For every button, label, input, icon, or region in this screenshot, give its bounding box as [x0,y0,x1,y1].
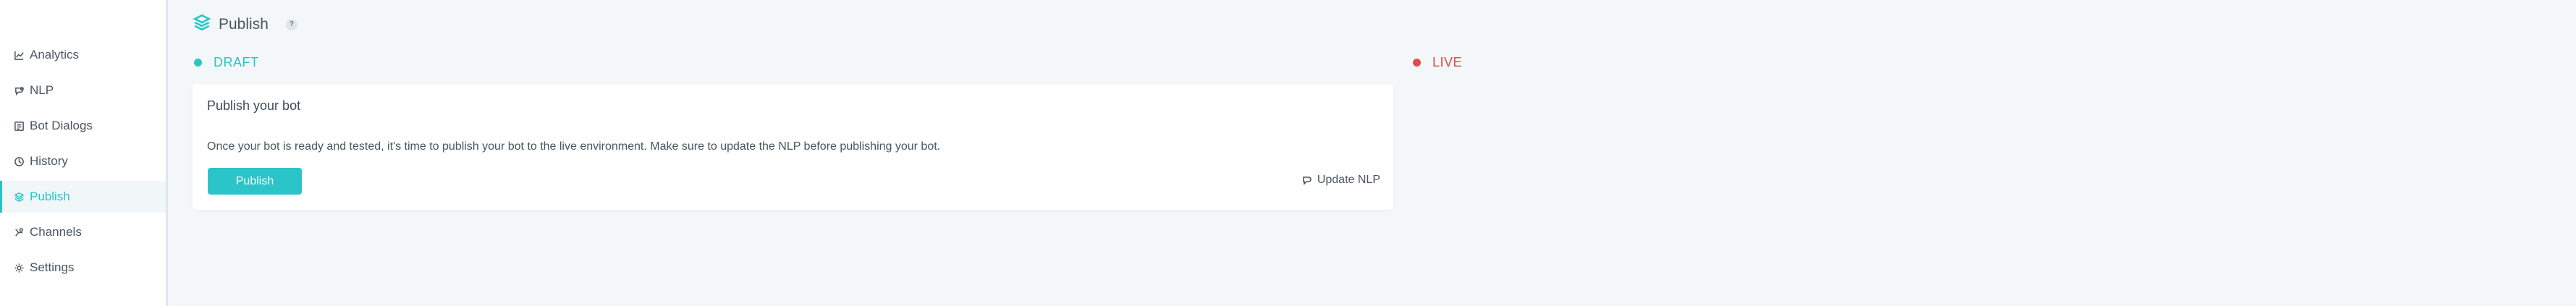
sidebar-item-label: NLP [30,83,54,97]
main-content: Publish ? DRAFT LIVE Publish your bot On… [168,0,2576,306]
layers-icon [193,13,211,35]
live-label: LIVE [1432,55,1463,69]
sidebar-item-label: Settings [30,260,75,274]
sidebar-item-label: History [30,154,68,168]
live-status: LIVE [1413,55,1462,70]
sidebar: Analytics NLP Bot Dialogs History Publis… [0,0,168,306]
draft-label: DRAFT [214,55,259,69]
sidebar-item-label: Bot Dialogs [30,119,93,132]
card-description: Once your bot is ready and tested, it's … [207,140,941,153]
sidebar-item-label: Channels [30,225,82,239]
update-nlp-button[interactable]: Update NLP [1301,174,1380,187]
sidebar-item-publish[interactable]: Publish [0,181,166,213]
update-nlp-label: Update NLP [1317,174,1380,186]
nlp-icon [1303,177,1312,185]
sidebar-item-analytics[interactable]: Analytics [0,39,166,71]
gear-icon [13,262,25,274]
draft-dot-icon [194,59,202,67]
layers-icon [13,191,25,203]
nlp-icon [13,85,25,97]
draft-status: DRAFT [194,55,259,70]
sidebar-item-label: Publish [30,190,70,203]
sidebar-item-nlp[interactable]: NLP [0,75,166,106]
help-icon[interactable]: ? [285,18,297,30]
app: Analytics NLP Bot Dialogs History Publis… [0,0,2576,306]
page-title: Publish [219,15,269,33]
dialogs-icon [13,120,25,132]
clock-icon [13,156,25,168]
channels-icon [13,226,25,239]
page-header: Publish ? [193,13,297,35]
sidebar-item-label: Analytics [30,48,80,61]
publish-button[interactable]: Publish [208,168,302,195]
sidebar-item-history[interactable]: History [0,145,166,177]
live-dot-icon [1413,59,1421,67]
sidebar-item-bot-dialogs[interactable]: Bot Dialogs [0,110,166,142]
chart-icon [13,49,25,61]
publish-card: Publish your bot Once your bot is ready … [193,84,1393,210]
card-title: Publish your bot [207,98,301,113]
sidebar-item-settings[interactable]: Settings [0,252,166,284]
sidebar-item-channels[interactable]: Channels [0,216,166,248]
